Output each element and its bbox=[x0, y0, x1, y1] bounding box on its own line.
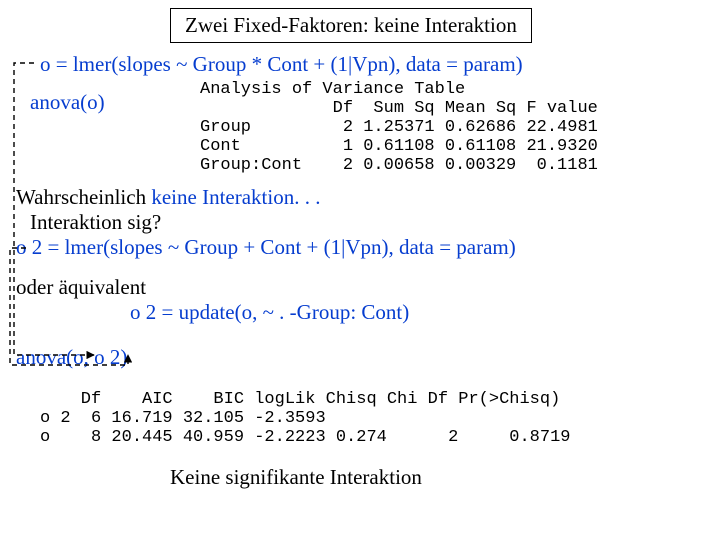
code-anova-o-o2: anova(o, o 2) bbox=[16, 345, 127, 370]
anova-table: Analysis of Variance Table Df Sum Sq Mea… bbox=[200, 80, 598, 175]
code-o2: o 2 = lmer(slopes ~ Group + Cont + (1|Vp… bbox=[16, 235, 516, 260]
page-title: Zwei Fixed-Faktoren: keine Interaktion bbox=[170, 8, 532, 43]
title-text: Zwei Fixed-Faktoren: keine Interaktion bbox=[185, 13, 517, 37]
code-update: o 2 = update(o, ~ . -Group: Cont) bbox=[130, 300, 409, 325]
model-comparison-table: Df AIC BIC logLik Chisq Chi Df Pr(>Chisq… bbox=[40, 390, 571, 447]
code-o: o = lmer(slopes ~ Group * Cont + (1|Vpn)… bbox=[40, 52, 523, 77]
equiv-label: oder äquivalent bbox=[16, 275, 146, 300]
footer-conclusion: Keine signifikante Interaktion bbox=[170, 465, 422, 490]
code-anova-o: anova(o) bbox=[30, 90, 105, 115]
interaktion-sig: Interaktion sig? bbox=[30, 210, 161, 235]
prob-word1: Wahrscheinlich bbox=[16, 185, 151, 209]
prob-word2: keine Interaktion. . . bbox=[151, 185, 320, 209]
prob-line: Wahrscheinlich keine Interaktion. . . bbox=[16, 185, 320, 210]
